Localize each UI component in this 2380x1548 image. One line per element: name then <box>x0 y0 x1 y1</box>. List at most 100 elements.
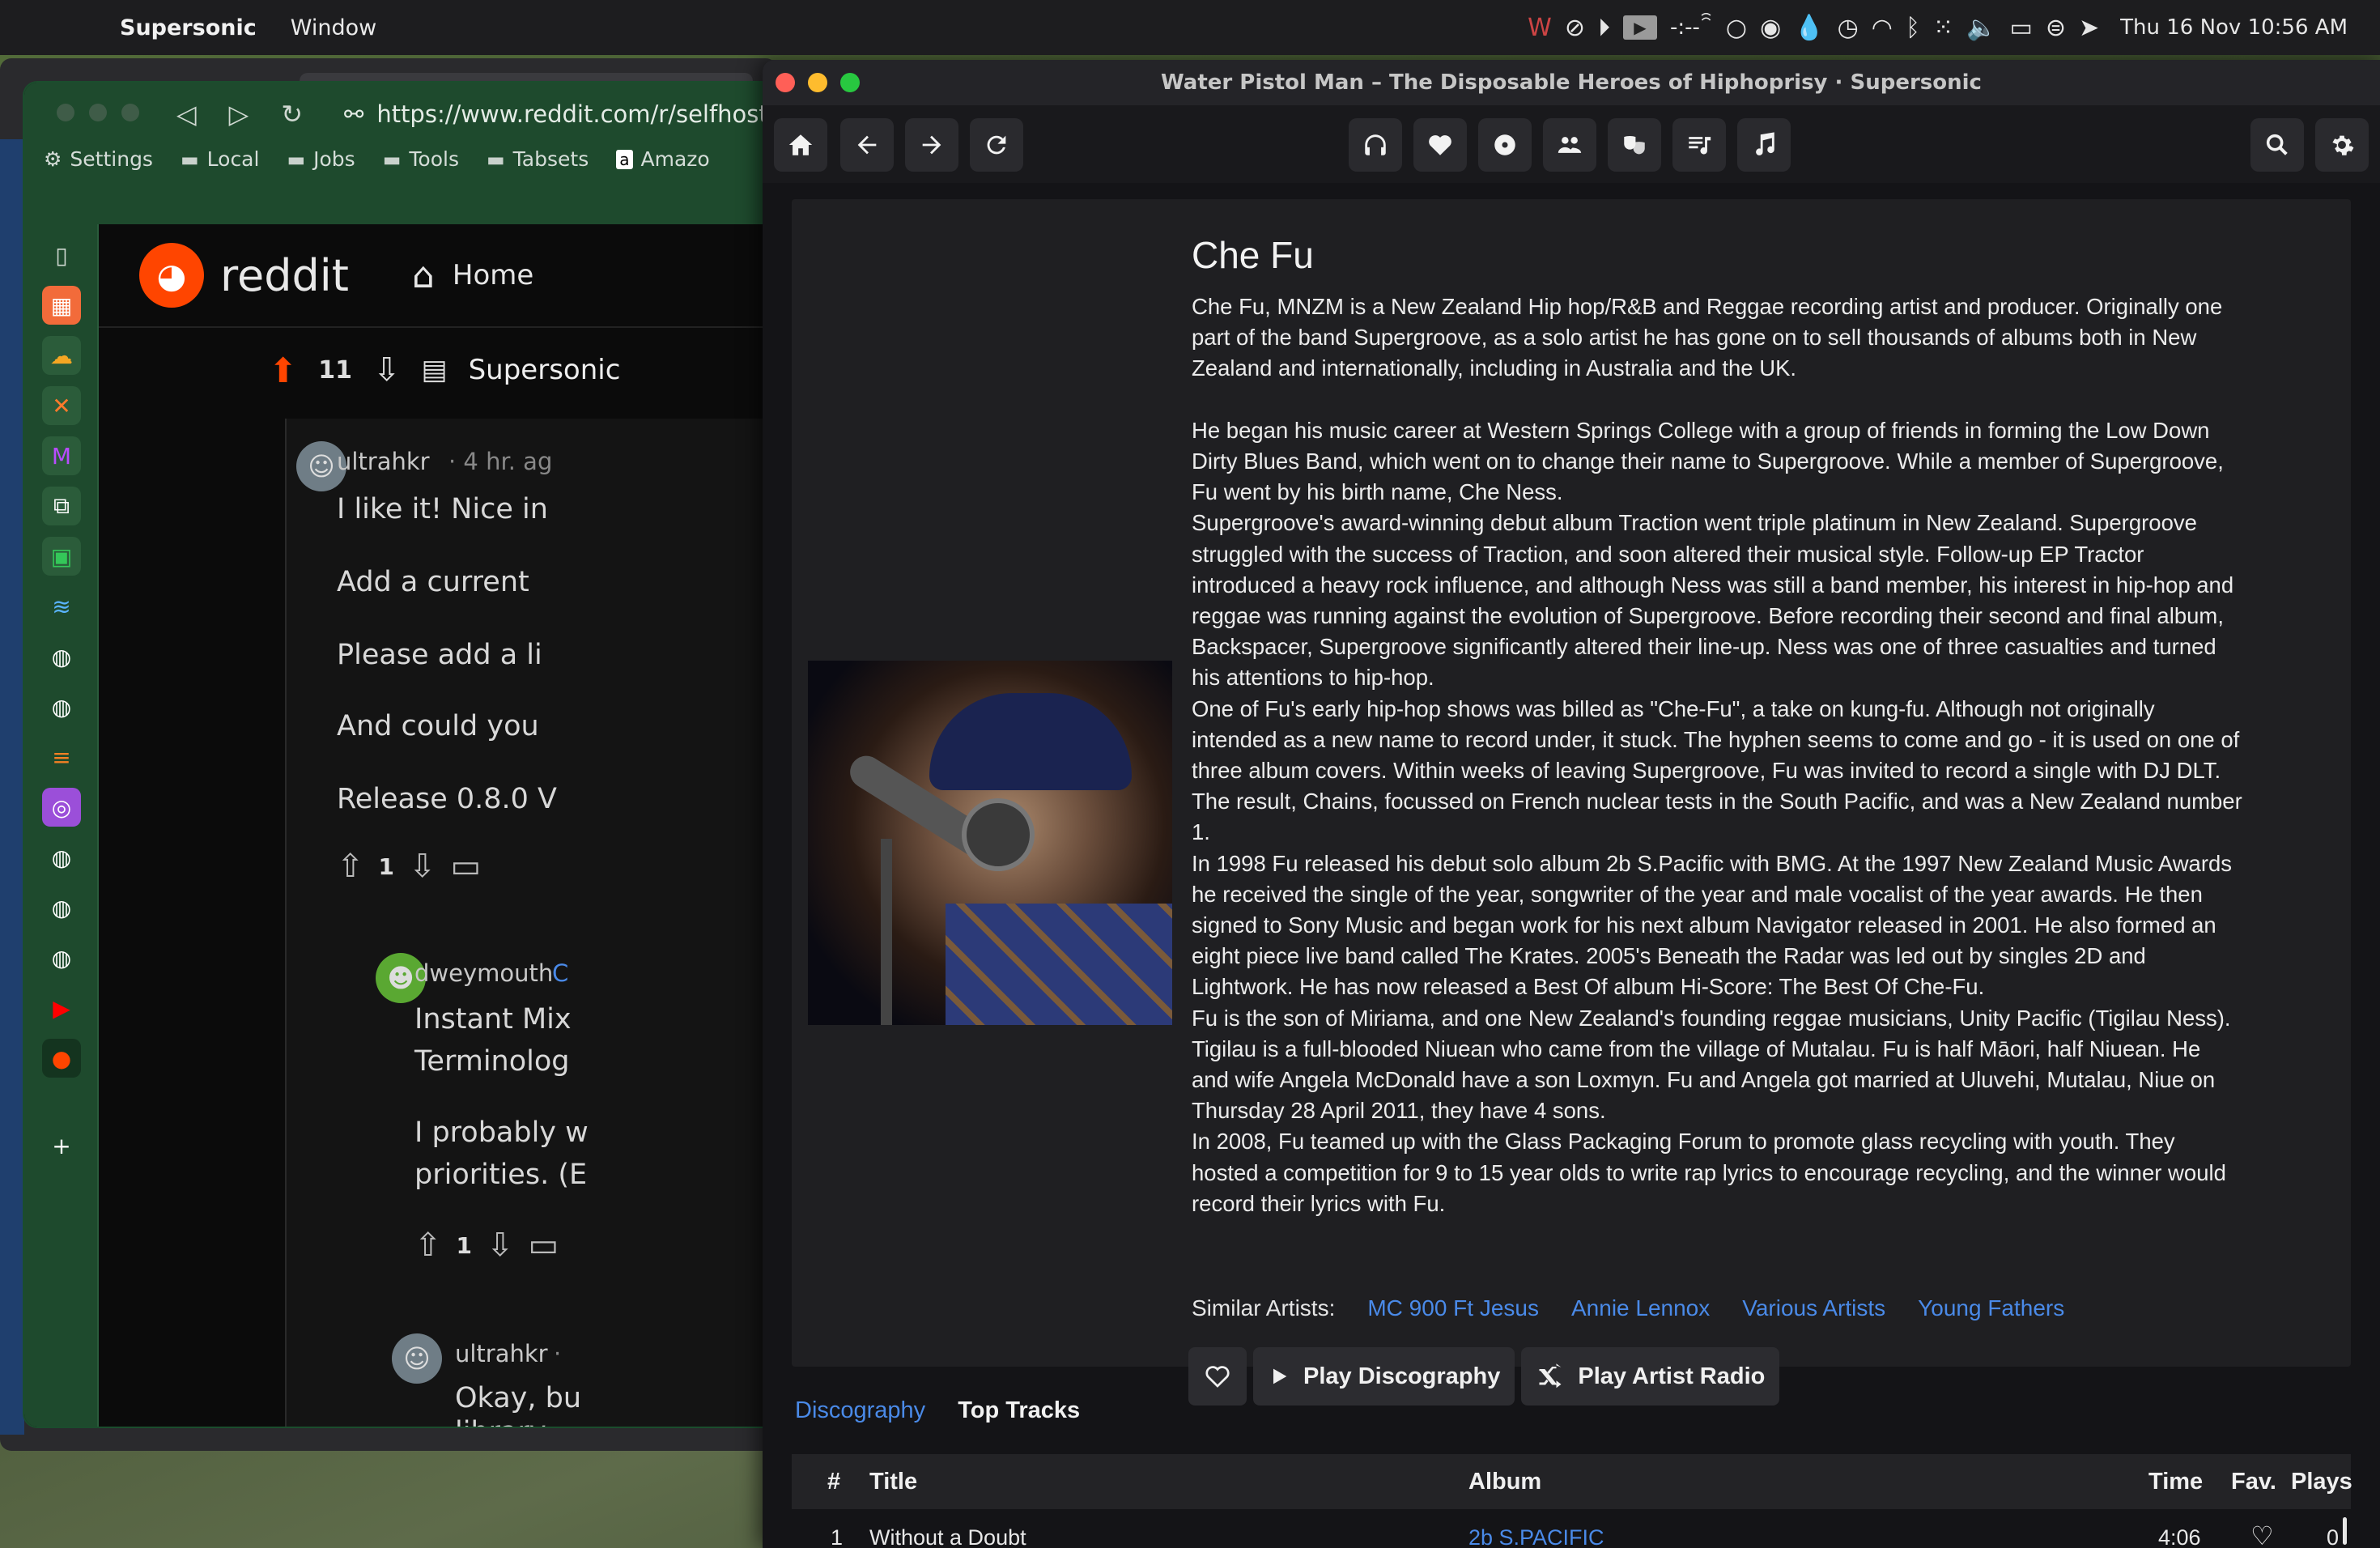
reply-icon[interactable]: ▭ <box>529 1227 559 1264</box>
volume-icon[interactable]: 🔈 <box>1966 14 1996 42</box>
reply-icon[interactable]: ▭ <box>451 848 482 885</box>
sidebar-app-m[interactable]: M <box>42 436 81 475</box>
reload-icon[interactable]: ↻ <box>281 99 303 130</box>
settings-button[interactable] <box>2315 118 2369 172</box>
menu-window[interactable]: Window <box>291 15 376 40</box>
sidebar-toggle-icon[interactable]: ▯ <box>42 236 81 274</box>
do-not-disturb-icon[interactable]: ⊘ <box>1565 14 1585 42</box>
battery-icon[interactable]: ▭ <box>2009 14 2032 42</box>
table-row[interactable]: 1 Without a Doubt 2b S.PACIFIC 4:06 ♡ 0 <box>792 1517 2351 1548</box>
tab-top-tracks[interactable]: Top Tracks <box>958 1397 1080 1424</box>
bookmark-settings[interactable]: ⚙ Settings <box>44 147 153 171</box>
stackoverflow-icon[interactable]: ≡ <box>42 738 81 776</box>
genres-button[interactable] <box>1608 118 1661 172</box>
scrollbar[interactable] <box>2343 1517 2347 1545</box>
play-circle-icon[interactable]: ⏵ <box>1598 14 1610 42</box>
downvote-icon[interactable]: ⇩ <box>487 1227 514 1264</box>
media-play-icon[interactable]: ▶ <box>1622 15 1657 40</box>
time-machine-icon[interactable]: ◷ <box>1838 14 1859 42</box>
upvote-icon[interactable]: ⇧ <box>414 1227 442 1264</box>
sidebar-app-x[interactable]: ✕ <box>42 386 81 425</box>
similar-artist-link[interactable]: Young Fathers <box>1918 1295 2064 1321</box>
location-icon[interactable]: ➤ <box>2079 14 2099 42</box>
upvote-icon[interactable]: ⬆ <box>269 351 297 390</box>
bookmark-jobs[interactable]: ▬ Jobs <box>287 147 355 171</box>
youtube-icon[interactable]: ▶ <box>42 989 81 1027</box>
supersonic-window[interactable]: Water Pistol Man – The Disposable Heroes… <box>763 60 2380 1548</box>
browser-zoom-button[interactable] <box>121 104 139 121</box>
bookmark-local[interactable]: ▬ Local <box>181 147 259 171</box>
zoom-button[interactable] <box>840 73 860 92</box>
favorite-artist-button[interactable] <box>1188 1347 1247 1406</box>
play-artist-radio-button[interactable]: Play Artist Radio <box>1521 1347 1780 1406</box>
browser-minimize-button[interactable] <box>89 104 107 121</box>
reddit-home-link[interactable]: ⌂ Home <box>412 255 533 296</box>
comment-username[interactable]: ultrahkr <box>337 448 430 475</box>
column-album[interactable]: Album <box>1468 1469 1541 1495</box>
forward-button[interactable] <box>905 118 958 172</box>
albums-button[interactable] <box>1478 118 1532 172</box>
column-number[interactable]: # <box>827 1469 840 1495</box>
column-plays[interactable]: Plays <box>2291 1469 2352 1495</box>
github-icon[interactable]: ◍ <box>42 838 81 877</box>
podcasts-icon[interactable]: ◎ <box>42 788 81 827</box>
downvote-icon[interactable]: ⇩ <box>409 848 436 885</box>
menubar-clock[interactable]: Thu 16 Nov 10:56 AM <box>2120 15 2348 40</box>
refresh-button[interactable] <box>970 118 1023 172</box>
similar-artist-link[interactable]: Various Artists <box>1742 1295 1885 1321</box>
artists-button[interactable] <box>1543 118 1596 172</box>
track-album-link[interactable]: 2b S.PACIFIC <box>1468 1525 1604 1548</box>
play-discography-button[interactable]: Play Discography <box>1253 1347 1515 1406</box>
track-title[interactable]: Without a Doubt <box>869 1525 1026 1548</box>
track-favorite-icon[interactable]: ♡ <box>2250 1520 2274 1548</box>
url-text[interactable]: https://www.reddit.com/r/selfhosted <box>376 100 797 128</box>
minimize-button[interactable] <box>808 73 827 92</box>
grid-icon[interactable]: ⁙ <box>1933 14 1953 42</box>
reddit-logo-icon[interactable]: ◕ <box>139 243 204 308</box>
browser-window[interactable]: ◁ ▷ ↻ ⚯ https://www.reddit.com/r/selfhos… <box>24 83 834 1427</box>
drop-icon[interactable]: 💧 <box>1794 14 1824 42</box>
bluetooth-icon[interactable]: ᛒ <box>1906 14 1920 42</box>
browser-close-button[interactable] <box>57 104 74 121</box>
favorites-button[interactable] <box>1413 118 1467 172</box>
tracks-button[interactable] <box>1737 118 1791 172</box>
github-icon[interactable]: ◍ <box>42 687 81 726</box>
menu-app-name[interactable]: Supersonic <box>120 15 257 40</box>
status-app-icon[interactable]: W <box>1528 14 1552 42</box>
comment-username[interactable]: dweymouth <box>414 959 553 987</box>
column-title[interactable]: Title <box>869 1469 917 1495</box>
now-playing-button[interactable] <box>1349 118 1402 172</box>
comment-username[interactable]: ultrahkr <box>455 1340 548 1367</box>
search-button[interactable] <box>2250 118 2304 172</box>
bookmark-amazon[interactable]: a Amazo <box>616 147 710 171</box>
avatar[interactable]: ☺ <box>392 1333 442 1384</box>
address-bar[interactable]: ⚯ https://www.reddit.com/r/selfhosted <box>344 97 797 131</box>
downvote-icon[interactable]: ⇩ <box>373 351 401 389</box>
post-title[interactable]: Supersonic <box>469 354 621 386</box>
reddit-icon[interactable]: ● <box>42 1039 81 1078</box>
github-icon[interactable]: ◍ <box>42 888 81 927</box>
bookmark-tools[interactable]: ▬ Tools <box>383 147 459 171</box>
back-button[interactable] <box>840 118 894 172</box>
ring-icon[interactable]: ○ <box>1726 14 1747 42</box>
add-icon[interactable]: + <box>42 1126 81 1165</box>
hotspot-icon[interactable]: ◉ <box>1760 14 1781 42</box>
bookmark-tabsets[interactable]: ▬ Tabsets <box>487 147 589 171</box>
back-icon[interactable]: ◁ <box>176 99 197 130</box>
sidebar-app-translate[interactable]: ⧉ <box>42 487 81 525</box>
column-favorite[interactable]: Fav. <box>2231 1469 2276 1495</box>
sidebar-app-orange[interactable]: ▦ <box>42 286 81 325</box>
playlists-button[interactable] <box>1672 118 1726 172</box>
reddit-wordmark[interactable]: reddit <box>220 250 349 301</box>
tab-discography[interactable]: Discography <box>795 1397 925 1424</box>
github-icon[interactable]: ◍ <box>42 938 81 977</box>
wifi-icon[interactable]: ◠ <box>1872 14 1893 42</box>
control-center-icon[interactable]: ⊜ <box>2046 14 2066 42</box>
forward-icon[interactable]: ▷ <box>229 99 249 130</box>
sidebar-app-cloud[interactable]: ☁ <box>42 336 81 375</box>
column-time[interactable]: Time <box>2148 1469 2203 1495</box>
home-button[interactable] <box>774 118 827 172</box>
upvote-icon[interactable]: ⇧ <box>337 848 364 885</box>
sidebar-app-layers[interactable]: ≋ <box>42 587 81 626</box>
github-icon[interactable]: ◍ <box>42 637 81 676</box>
